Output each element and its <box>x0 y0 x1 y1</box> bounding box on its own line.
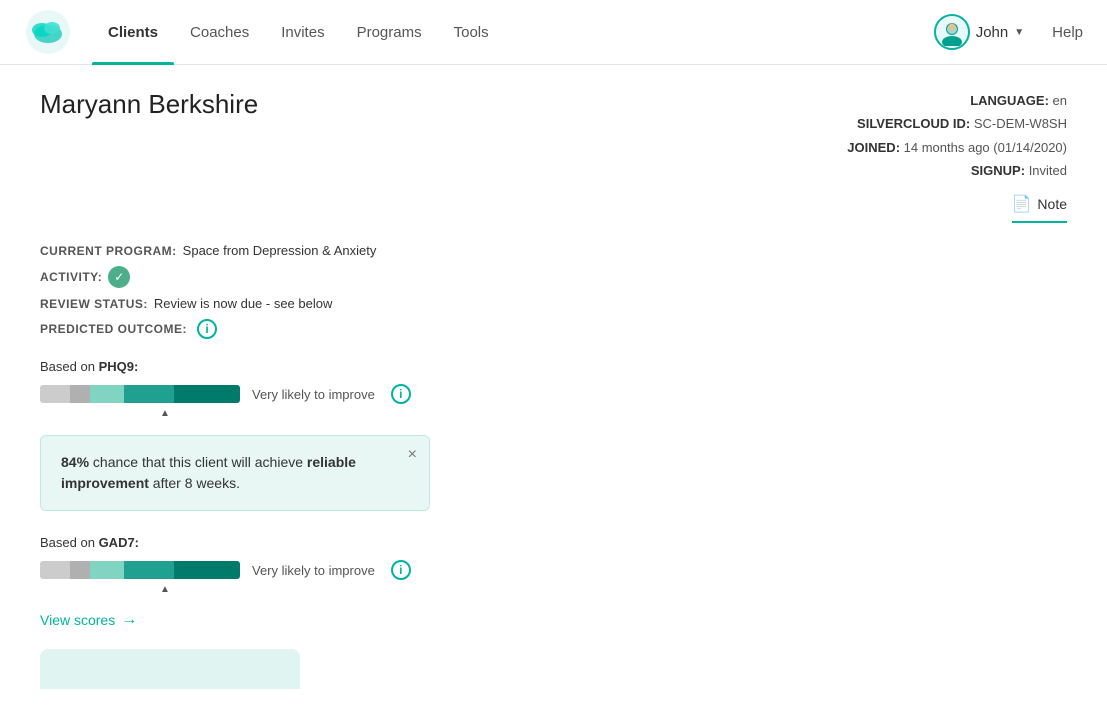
gad7-section: Based on GAD7: Very likely to improve i … <box>40 535 1067 595</box>
signup-value: Invited <box>1029 163 1067 178</box>
phq9-based-on: Based on <box>40 359 95 374</box>
nav-invites[interactable]: Invites <box>265 0 340 65</box>
gad7-info-icon[interactable]: i <box>391 560 411 580</box>
predicted-outcome-info-icon[interactable]: i <box>197 319 217 339</box>
pb-seg2 <box>70 385 90 403</box>
nav-programs[interactable]: Programs <box>341 0 438 65</box>
nav-coaches[interactable]: Coaches <box>174 0 265 65</box>
note-button-container: 📄 Note <box>847 191 1067 224</box>
gad7-outcome: Very likely to improve <box>252 563 375 578</box>
predicted-outcome-label: PREDICTED OUTCOME: <box>40 322 187 336</box>
user-name: John <box>976 24 1009 41</box>
nav-links: Clients Coaches Invites Programs Tools <box>92 0 505 65</box>
gad7-progress-bar <box>40 561 240 579</box>
joined-row: JOINED: 14 months ago (01/14/2020) <box>847 136 1067 159</box>
review-status-value: Review is now due - see below <box>154 296 332 311</box>
phq9-section: Based on PHQ9: Very likely to improve i … <box>40 359 1067 419</box>
activity-row: ACTIVITY: ✓ <box>40 266 1067 288</box>
gad7-pb-seg2 <box>70 561 90 579</box>
tooltip-text-after: after 8 weeks. <box>149 475 240 491</box>
main-content: Maryann Berkshire LANGUAGE: en SILVERCLO… <box>0 65 1107 713</box>
user-menu[interactable]: John ▼ <box>934 14 1024 50</box>
gad7-arrow-marker: ▲ <box>160 584 1067 595</box>
tooltip-percentage: 84% <box>61 454 89 470</box>
review-status-label: REVIEW STATUS: <box>40 297 148 311</box>
avatar <box>934 14 970 50</box>
phq9-info-icon[interactable]: i <box>391 384 411 404</box>
gad7-metric: GAD7: <box>99 535 139 550</box>
gad7-pb-seg1 <box>40 561 70 579</box>
chevron-down-icon: ▼ <box>1014 27 1024 38</box>
gad7-label: Based on GAD7: <box>40 535 1067 550</box>
nav-tools[interactable]: Tools <box>438 0 505 65</box>
client-name: Maryann Berkshire <box>40 89 258 120</box>
phq9-label: Based on PHQ9: <box>40 359 1067 374</box>
silvercloud-id-row: SILVERCLOUD ID: SC-DEM-W8SH <box>847 112 1067 135</box>
phq9-metric: PHQ9: <box>99 359 139 374</box>
phq9-bar-row: Very likely to improve i <box>40 384 1067 404</box>
tooltip-text-before: chance that this client will achieve <box>89 454 307 470</box>
tooltip-text: 84% chance that this client will achieve… <box>61 452 409 494</box>
language-label: LANGUAGE: <box>970 93 1049 108</box>
gad7-pb-seg4 <box>124 561 174 579</box>
note-icon: 📄 <box>1012 191 1032 220</box>
note-button[interactable]: 📄 Note <box>1012 191 1068 224</box>
predicted-outcome-row: PREDICTED OUTCOME: i <box>40 319 1067 339</box>
language-value: en <box>1053 93 1067 108</box>
gad7-based-on: Based on <box>40 535 95 550</box>
view-scores-label: View scores <box>40 612 115 628</box>
help-link[interactable]: Help <box>1052 24 1083 41</box>
signup-label: SIGNUP: <box>971 163 1025 178</box>
current-program-row: CURRENT PROGRAM: Space from Depression &… <box>40 243 1067 258</box>
tooltip-card: × 84% chance that this client will achie… <box>40 435 430 511</box>
activity-check-icon: ✓ <box>108 266 130 288</box>
language-row: LANGUAGE: en <box>847 89 1067 112</box>
current-program-value: Space from Depression & Anxiety <box>183 243 377 258</box>
phq9-outcome: Very likely to improve <box>252 387 375 402</box>
review-status-row: REVIEW STATUS: Review is now due - see b… <box>40 296 1067 311</box>
phq9-progress-bar <box>40 385 240 403</box>
client-meta-right: LANGUAGE: en SILVERCLOUD ID: SC-DEM-W8SH… <box>847 89 1067 223</box>
joined-label: JOINED: <box>847 140 900 155</box>
navigation: Clients Coaches Invites Programs Tools J… <box>0 0 1107 65</box>
gad7-pb-seg5 <box>174 561 240 579</box>
bottom-card-partial <box>40 649 300 689</box>
arrow-right-icon: → <box>121 611 137 629</box>
silvercloud-id-value: SC-DEM-W8SH <box>974 116 1067 131</box>
signup-row: SIGNUP: Invited <box>847 159 1067 182</box>
silvercloud-id-label: SILVERCLOUD ID: <box>857 116 970 131</box>
pb-seg4 <box>124 385 174 403</box>
joined-value: 14 months ago (01/14/2020) <box>904 140 1067 155</box>
nav-right: John ▼ Help <box>934 14 1083 50</box>
current-program-label: CURRENT PROGRAM: <box>40 244 177 258</box>
activity-label: ACTIVITY: <box>40 270 102 284</box>
gad7-bar-row: Very likely to improve i <box>40 560 1067 580</box>
tooltip-close-button[interactable]: × <box>408 446 417 464</box>
pb-seg3 <box>90 385 124 403</box>
gad7-pb-seg3 <box>90 561 124 579</box>
nav-clients[interactable]: Clients <box>92 0 174 65</box>
pb-seg1 <box>40 385 70 403</box>
client-details: CURRENT PROGRAM: Space from Depression &… <box>40 243 1067 339</box>
note-label: Note <box>1037 192 1067 217</box>
app-logo[interactable] <box>24 8 72 56</box>
view-scores-link[interactable]: View scores → <box>40 611 1067 629</box>
pb-seg5 <box>174 385 240 403</box>
phq9-arrow-marker: ▲ <box>160 408 1067 419</box>
client-header: Maryann Berkshire LANGUAGE: en SILVERCLO… <box>40 89 1067 223</box>
